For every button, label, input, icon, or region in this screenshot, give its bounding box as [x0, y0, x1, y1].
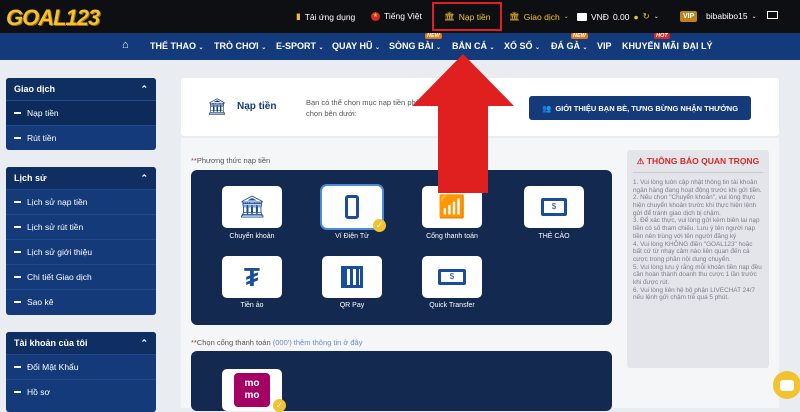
method-label: Cổng thanh toán: [426, 233, 478, 240]
nav-item-cockfight[interactable]: NEW ĐÁ GÀ ⌄: [551, 33, 588, 51]
chevron-up-icon: ⌃: [140, 172, 148, 183]
red-arrow-annotation: [412, 54, 514, 193]
gateway-label: **Chọn cổng thanh toán (000') thêm thông…: [191, 338, 363, 347]
quick-transfer-icon: $: [438, 269, 466, 285]
chevron-down-icon: ⌄: [375, 45, 381, 51]
tether-icon: ₮: [244, 261, 260, 292]
chevron-down-icon: ⌄: [318, 45, 324, 51]
chevron-down-icon: ⌄: [535, 45, 541, 51]
balance-display[interactable]: VNĐ 0.00 ● ↻ ⌄: [577, 11, 659, 22]
referral-button[interactable]: 👥 GIỚI THIỆU BẠN BÈ, TƯNG BỪNG NHẬN THƯỞ…: [529, 96, 751, 120]
method-bank-transfer[interactable]: 🏛: [222, 186, 282, 228]
notice-body: 1. Vui lòng luôn cập nhật thông tin tài …: [633, 179, 762, 302]
method-label: Quick Transfer: [429, 302, 475, 309]
nav-item-sports[interactable]: THỂ THAO ⌄: [150, 41, 204, 51]
phone-icon: [345, 195, 359, 219]
phone-icon: ▮: [296, 11, 301, 21]
chevron-up-icon: ⌃: [140, 337, 148, 348]
live-chat-button[interactable]: [773, 371, 800, 399]
sidebar-item-withdraw-history[interactable]: Lịch sử rút tiền: [6, 214, 156, 239]
transactions-menu[interactable]: 🏛 Giao dịch ⌄: [509, 11, 569, 22]
method-crypto[interactable]: ₮: [222, 256, 282, 298]
nav-item-lottery[interactable]: XỔ SỐ ⌄: [504, 41, 540, 51]
sidebar-item-withdraw[interactable]: Rút tiền: [6, 125, 156, 150]
nav-item-agent[interactable]: ĐẠI LÝ: [683, 41, 713, 51]
method-qr-pay[interactable]: [322, 256, 382, 298]
site-logo[interactable]: GOAL123: [6, 5, 100, 31]
method-ewallet[interactable]: ✓: [322, 186, 386, 232]
chevron-down-icon: ⌄: [751, 13, 757, 20]
momo-logo: mo mo: [234, 373, 270, 407]
warning-icon: ⚠: [636, 156, 645, 166]
method-label: Ví Điện Tử: [335, 233, 369, 240]
method-scratch-card[interactable]: $: [524, 186, 584, 228]
sidebar-group-account: Tài khoản của tôi ⌃ Đổi Mật Khẩu Hồ sơ: [6, 332, 156, 412]
deposit-highlight-box: [432, 2, 502, 31]
card-icon: $: [541, 198, 567, 216]
sidebar-item-deposit[interactable]: Nạp tiền: [6, 100, 156, 125]
language-selector[interactable]: ★ Tiếng Việt: [371, 11, 422, 21]
bank-icon: 🏛: [238, 194, 266, 219]
sidebar-group-header[interactable]: Tài khoản của tôi ⌃: [6, 332, 156, 354]
home-icon[interactable]: ⌂: [122, 39, 129, 51]
nav-item-casino[interactable]: NEW SÒNG BÀI ⌄: [389, 33, 442, 51]
method-label: QR Pay: [339, 302, 365, 309]
gateway-momo[interactable]: mo mo ✓: [222, 369, 286, 412]
nav-item-promotions[interactable]: HOT KHUYẾN MÃI: [622, 33, 679, 51]
qr-code-icon: [341, 266, 363, 288]
important-notice: ⚠ THÔNG BÁO QUAN TRỌNG 1. Vui lòng luôn …: [627, 150, 769, 368]
methods-label: **Phương thức nạp tiền: [191, 156, 271, 165]
chevron-up-icon: ⌃: [140, 83, 148, 94]
nav-item-esport[interactable]: E-SPORT ⌄: [276, 41, 324, 51]
sidebar-group-header[interactable]: Lịch sử ⌃: [6, 167, 156, 189]
sidebar-item-statement[interactable]: Sao kê: [6, 289, 156, 314]
mail-icon[interactable]: [767, 11, 778, 19]
users-icon: 👥: [541, 103, 552, 113]
coin-icon: ●: [633, 11, 639, 22]
chevron-down-icon: ⌄: [198, 45, 204, 51]
nav-item-games[interactable]: TRÒ CHƠI ⌄: [214, 41, 266, 51]
wifi-icon: 📶: [438, 194, 466, 219]
bank-icon: 🏛: [509, 11, 520, 21]
nav-item-vip[interactable]: VIP: [597, 41, 612, 51]
top-bar: GOAL123 ▮ Tải ứng dụng ★ Tiếng Việt 🏛 Nạ…: [0, 0, 800, 33]
chevron-down-icon: ⌄: [653, 14, 659, 20]
bank-icon: 🏛: [207, 99, 228, 116]
sidebar-item-transaction-details[interactable]: Chi tiết Giao dịch: [6, 264, 156, 289]
vip-badge[interactable]: VIP: [680, 11, 698, 22]
method-label: Chuyển khoản: [229, 233, 275, 240]
sidebar-item-change-password[interactable]: Đổi Mật Khẩu: [6, 354, 156, 379]
sidebar-group-transactions: Giao dịch ⌃ Nạp tiền Rút tiền: [6, 78, 156, 150]
sidebar-item-deposit-history[interactable]: Lịch sử nạp tiền: [6, 189, 156, 214]
user-menu[interactable]: bibabibo15 ⌄: [706, 11, 757, 21]
vietnam-flag-icon: ★: [371, 11, 380, 21]
chat-icon: [780, 379, 794, 391]
main-nav: ⌂ THỂ THAO ⌄ TRÒ CHƠI ⌄ E-SPORT ⌄ QUAY H…: [0, 33, 800, 60]
method-label: THẺ CÀO: [538, 233, 570, 240]
download-app-link[interactable]: ▮ Tải ứng dụng: [296, 11, 355, 22]
sidebar-item-profile[interactable]: Hồ sơ: [6, 379, 156, 404]
page-title: Nạp tiền: [237, 101, 277, 112]
refresh-icon[interactable]: ↻: [643, 11, 650, 22]
method-quick-transfer[interactable]: $: [422, 256, 482, 298]
check-icon: ✓: [373, 219, 386, 232]
chevron-down-icon: ⌄: [261, 45, 267, 51]
nav-item-fishing[interactable]: BẮN CÁ ⌄: [452, 41, 495, 51]
sidebar-item-referral-history[interactable]: Lịch sử giới thiệu: [6, 239, 156, 264]
chevron-down-icon: ⌄: [563, 14, 569, 20]
wallet-icon: [577, 12, 587, 21]
chevron-down-icon: ⌄: [582, 45, 588, 51]
sidebar-group-header[interactable]: Giao dịch ⌃: [6, 78, 156, 100]
sidebar-group-history: Lịch sử ⌃ Lịch sử nạp tiền Lịch sử rút ti…: [6, 167, 156, 315]
notice-title: ⚠ THÔNG BÁO QUAN TRỌNG: [633, 156, 763, 173]
chevron-down-icon: ⌄: [436, 45, 442, 51]
method-label: Tiền ảo: [240, 302, 264, 309]
chevron-down-icon: ⌄: [489, 45, 495, 51]
check-icon: ✓: [273, 399, 286, 412]
nav-item-slots[interactable]: QUAY HŨ ⌄: [332, 41, 380, 51]
